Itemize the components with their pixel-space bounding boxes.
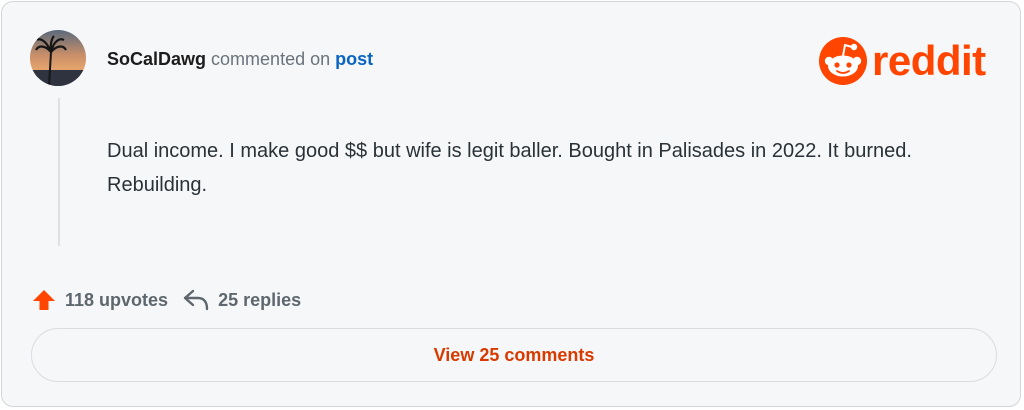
comment-header: SoCalDawg commented on post bbox=[107, 48, 373, 70]
thread-line bbox=[58, 98, 60, 246]
comment-card: SoCalDawg commented on post reddit Dual … bbox=[1, 1, 1021, 407]
commented-on-text: commented on bbox=[211, 49, 331, 69]
upvotes-count: 118 upvotes bbox=[65, 289, 169, 310]
comment-body: Dual income. I make good $$ but wife is … bbox=[107, 140, 912, 196]
reddit-snoo-icon bbox=[819, 37, 867, 85]
replies-count: 25 replies bbox=[218, 289, 302, 310]
replies-button[interactable]: 25 replies bbox=[183, 289, 301, 311]
upvote-arrow-icon bbox=[33, 290, 55, 310]
upvote-button[interactable]: 118 upvotes bbox=[32, 288, 168, 312]
post-link[interactable]: post bbox=[335, 49, 373, 69]
view-comments-button[interactable]: View 25 comments bbox=[31, 328, 997, 382]
username[interactable]: SoCalDawg bbox=[107, 49, 206, 69]
reddit-logo[interactable]: reddit bbox=[818, 36, 986, 86]
reddit-wordmark: reddit bbox=[872, 37, 986, 84]
reply-arrow-icon bbox=[183, 289, 209, 311]
comment-actions: 118 upvotes 25 replies bbox=[32, 288, 301, 312]
avatar-palm-sunset-image bbox=[30, 30, 86, 86]
avatar[interactable] bbox=[30, 30, 86, 86]
